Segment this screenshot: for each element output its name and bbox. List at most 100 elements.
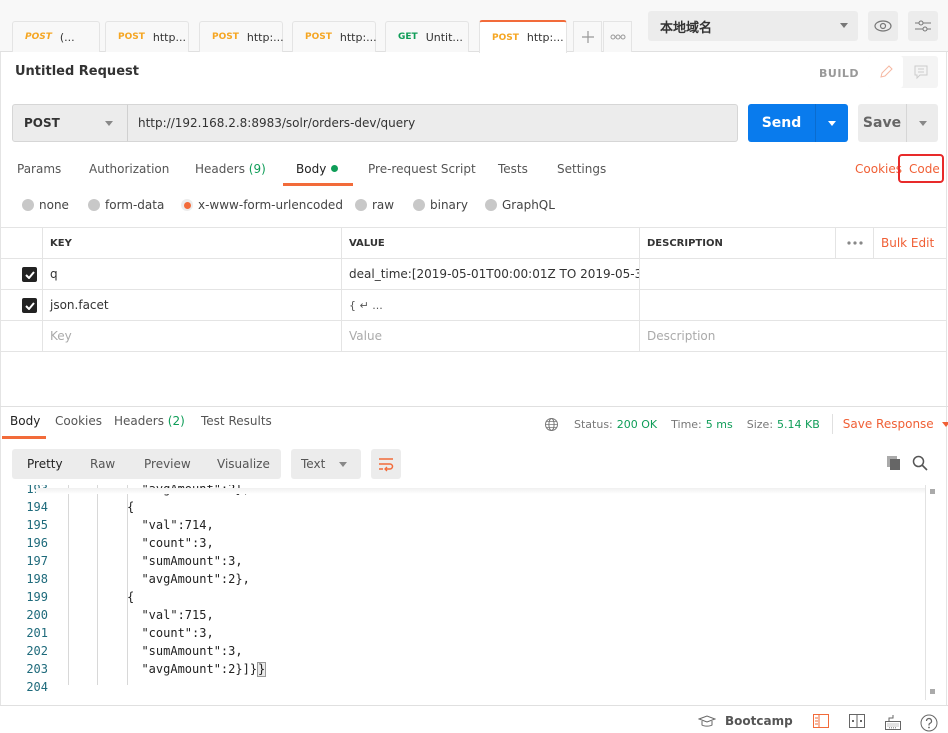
new-key-input[interactable]: Key	[42, 321, 342, 351]
tab-authorization[interactable]: Authorization	[89, 162, 169, 176]
params-table: KEY VALUE DESCRIPTION Bulk Edit q deal_t…	[1, 227, 947, 352]
method-selector[interactable]: POST	[12, 104, 128, 142]
radio-raw[interactable]: raw	[355, 198, 394, 212]
request-tab[interactable]: POST http:...	[199, 21, 284, 52]
row-value[interactable]: deal_time:[2019-05-01T00:00:01Z TO 2019-…	[341, 259, 639, 289]
url-input[interactable]: http://192.168.2.8:8983/solr/orders-dev/…	[127, 104, 738, 142]
tab-tests[interactable]: Tests	[498, 162, 528, 176]
new-value-input[interactable]: Value	[341, 321, 639, 351]
bootcamp-button[interactable]: Bootcamp	[698, 714, 793, 728]
row-description[interactable]	[639, 259, 945, 289]
keyboard-shortcuts-button[interactable]	[885, 714, 901, 730]
code-line: "count":3,	[127, 626, 214, 640]
request-tab[interactable]: POST (...	[12, 21, 100, 52]
row-enabled-checkbox[interactable]	[22, 267, 37, 282]
save-response-button[interactable]: Save Response	[843, 417, 948, 431]
radio-binary[interactable]: binary	[413, 198, 468, 212]
layout-columns-icon	[849, 714, 865, 728]
active-tab-underline	[283, 183, 353, 186]
request-tab[interactable]: POST http...	[105, 21, 189, 52]
two-pane-view-button[interactable]	[813, 714, 829, 728]
editor-top-shadow	[36, 488, 926, 494]
wrap-text-icon	[379, 458, 394, 472]
tab-options-button[interactable]	[603, 21, 632, 52]
response-format-selector[interactable]: Text	[291, 449, 361, 479]
build-mode-button[interactable]	[868, 56, 903, 88]
bulk-edit-link[interactable]: Bulk Edit	[873, 228, 943, 258]
response-tab-cookies[interactable]: Cookies	[55, 414, 102, 428]
table-options-button[interactable]	[835, 228, 873, 258]
row-value[interactable]: { ↵ ...	[341, 290, 639, 320]
check-icon	[24, 270, 35, 279]
tab-pre-request-script[interactable]: Pre-request Script	[368, 162, 476, 176]
help-button[interactable]	[920, 714, 938, 732]
status-value: 200 OK	[616, 417, 658, 431]
code-text: "avgAmount":2}]}	[127, 662, 258, 676]
new-tab-button[interactable]	[573, 21, 602, 52]
row-description[interactable]	[639, 290, 945, 320]
row-key[interactable]: json.facet	[42, 290, 342, 320]
response-body-editor[interactable]: 193 "avgAmount":2},194{195 "val":714,196…	[0, 485, 925, 695]
request-title[interactable]: Untitled Request	[15, 64, 139, 79]
tab-params[interactable]: Params	[17, 162, 61, 176]
chevron-down-icon	[828, 120, 836, 126]
view-preview[interactable]: Preview	[144, 457, 191, 471]
response-tab-body[interactable]: Body	[10, 414, 40, 428]
search-response-button[interactable]	[912, 455, 928, 474]
row-key[interactable]: q	[42, 259, 342, 289]
request-tab[interactable]: POST http:...	[479, 20, 567, 53]
wrap-lines-button[interactable]	[371, 449, 401, 479]
cookies-link[interactable]: Cookies	[855, 162, 902, 176]
save-button[interactable]: Save	[858, 104, 907, 142]
manage-environments-button[interactable]	[908, 11, 938, 41]
scroll-up-arrow[interactable]	[930, 489, 935, 494]
tab-headers[interactable]: Headers (9)	[195, 162, 266, 176]
send-options-button[interactable]	[816, 104, 848, 142]
code-line: "sumAmount":3,	[127, 644, 243, 658]
scroll-down-arrow[interactable]	[930, 689, 935, 694]
radio-graphql[interactable]: GraphQL	[485, 198, 555, 212]
tab-settings[interactable]: Settings	[557, 162, 606, 176]
new-description-input[interactable]: Description	[639, 321, 945, 351]
status-label: Status:	[574, 417, 613, 431]
build-mode-label: BUILD	[819, 67, 860, 80]
method-value: POST	[24, 116, 60, 130]
request-tab[interactable]: GET Untit...	[385, 21, 469, 52]
view-pretty[interactable]: Pretty	[27, 457, 63, 471]
radio-circle	[22, 199, 34, 211]
comments-button[interactable]	[903, 56, 938, 88]
mode-toggle	[868, 56, 938, 88]
copy-response-button[interactable]	[886, 455, 902, 474]
plus-icon	[581, 31, 594, 43]
line-number: 202	[26, 644, 48, 658]
tab-body[interactable]: Body	[296, 162, 339, 176]
send-button[interactable]: Send	[748, 104, 816, 142]
radio-form-data[interactable]: form-data	[88, 198, 164, 212]
request-tab[interactable]: POST http:...	[292, 21, 377, 52]
environment-quick-look-button[interactable]	[868, 11, 898, 41]
save-options-button[interactable]	[907, 104, 938, 142]
editor-scrollbar[interactable]	[925, 485, 937, 700]
radio-label: form-data	[105, 198, 165, 212]
environment-selector[interactable]: 本地域名	[648, 11, 858, 41]
response-tab-test-results[interactable]: Test Results	[201, 414, 272, 428]
split-view-button[interactable]	[849, 714, 865, 728]
headers-count: (9)	[248, 162, 266, 176]
line-number: 204	[26, 680, 48, 694]
radio-label: GraphQL	[502, 198, 555, 212]
radio-none[interactable]: none	[22, 198, 69, 212]
view-visualize[interactable]: Visualize	[217, 457, 270, 471]
line-number: 198	[26, 572, 48, 586]
response-divider[interactable]	[0, 406, 948, 407]
globe-icon[interactable]	[544, 417, 559, 432]
view-raw[interactable]: Raw	[90, 457, 115, 471]
line-number: 200	[26, 608, 48, 622]
response-tab-headers[interactable]: Headers (2)	[114, 414, 185, 428]
tab-method: POST	[25, 32, 52, 42]
row-enabled-checkbox[interactable]	[22, 298, 37, 313]
tab-title: http:...	[526, 31, 564, 44]
tab-title: http...	[152, 30, 186, 44]
size-value: 5.14 KB	[777, 417, 820, 431]
radio-x-www-form-urlencoded[interactable]: x-www-form-urlencoded	[181, 198, 343, 212]
radio-circle	[485, 199, 497, 211]
